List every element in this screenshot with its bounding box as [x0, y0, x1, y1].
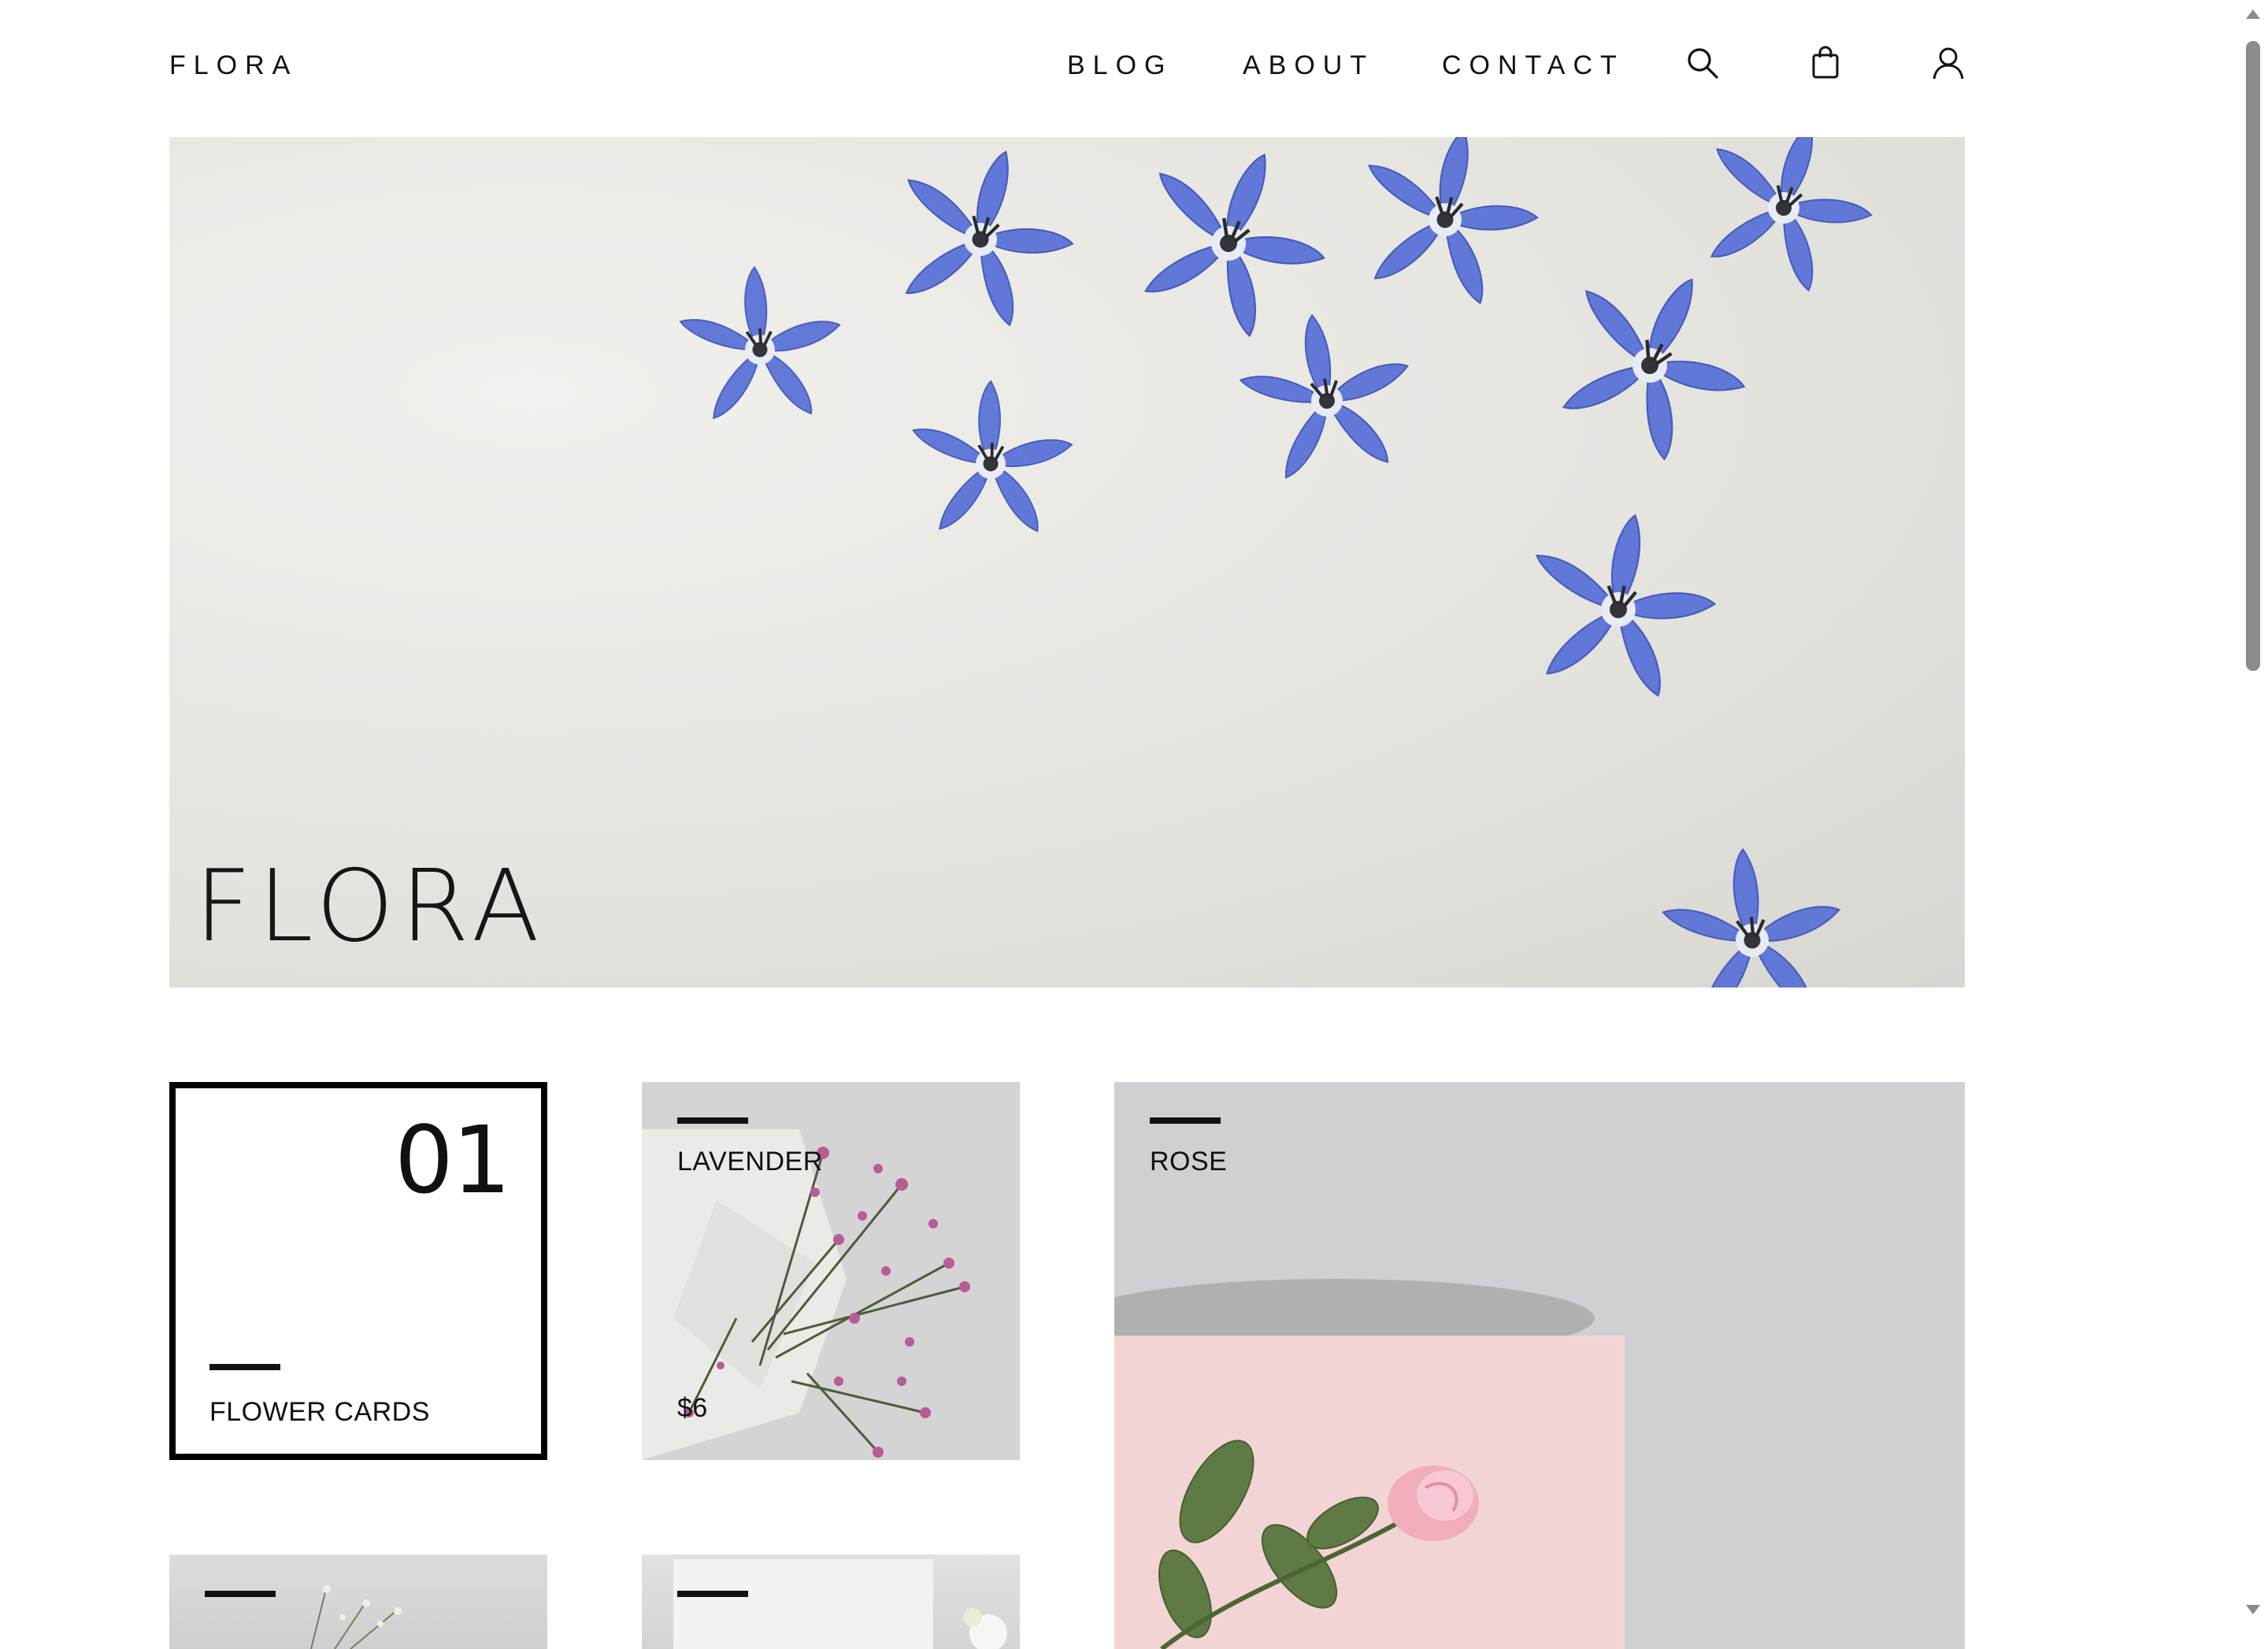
- product-card-lavender[interactable]: LAVENDER $6: [642, 1082, 1020, 1460]
- nav-link-about[interactable]: ABOUT: [1243, 50, 1374, 81]
- hero-title: FLORA: [195, 848, 546, 964]
- product-card-partial[interactable]: [642, 1555, 1020, 1649]
- product-card-partial[interactable]: [169, 1555, 547, 1649]
- product-card-rose[interactable]: ROSE: [1114, 1082, 1965, 1649]
- site-logo[interactable]: FLORA: [169, 50, 298, 81]
- scroll-down-arrow-icon[interactable]: [2246, 1605, 2260, 1614]
- category-card-flower-cards[interactable]: 01 FLOWER CARDS: [169, 1082, 547, 1460]
- nav-link-blog[interactable]: BLOG: [1067, 50, 1173, 81]
- product-price: $6: [677, 1393, 708, 1423]
- nav-link-contact[interactable]: CONTACT: [1442, 50, 1625, 81]
- shopping-bag-icon[interactable]: [1807, 44, 1844, 82]
- accent-bar: [209, 1364, 280, 1370]
- accent-bar: [677, 1591, 748, 1597]
- accent-bar: [205, 1591, 276, 1597]
- rose-product-image: [1114, 1082, 1965, 1649]
- accent-bar: [1150, 1117, 1221, 1124]
- hero-banner: FLORA: [169, 137, 1965, 988]
- category-number: 01: [394, 1106, 511, 1214]
- product-name: LAVENDER: [677, 1147, 823, 1177]
- product-image-partial: [310, 1585, 402, 1649]
- category-label: FLOWER CARDS: [209, 1397, 430, 1427]
- user-icon[interactable]: [1929, 44, 1967, 82]
- scrollbar-thumb[interactable]: [2246, 41, 2260, 671]
- accent-bar: [677, 1117, 748, 1124]
- site-header: FLORA BLOG ABOUT CONTACT: [0, 0, 2236, 134]
- scroll-up-arrow-icon[interactable]: [2246, 9, 2260, 19]
- product-name: ROSE: [1150, 1147, 1228, 1177]
- product-image-partial: [673, 1559, 1007, 1649]
- vertical-scrollbar[interactable]: [2236, 0, 2268, 1624]
- search-icon[interactable]: [1684, 44, 1721, 82]
- flower-cluster: [674, 137, 1888, 988]
